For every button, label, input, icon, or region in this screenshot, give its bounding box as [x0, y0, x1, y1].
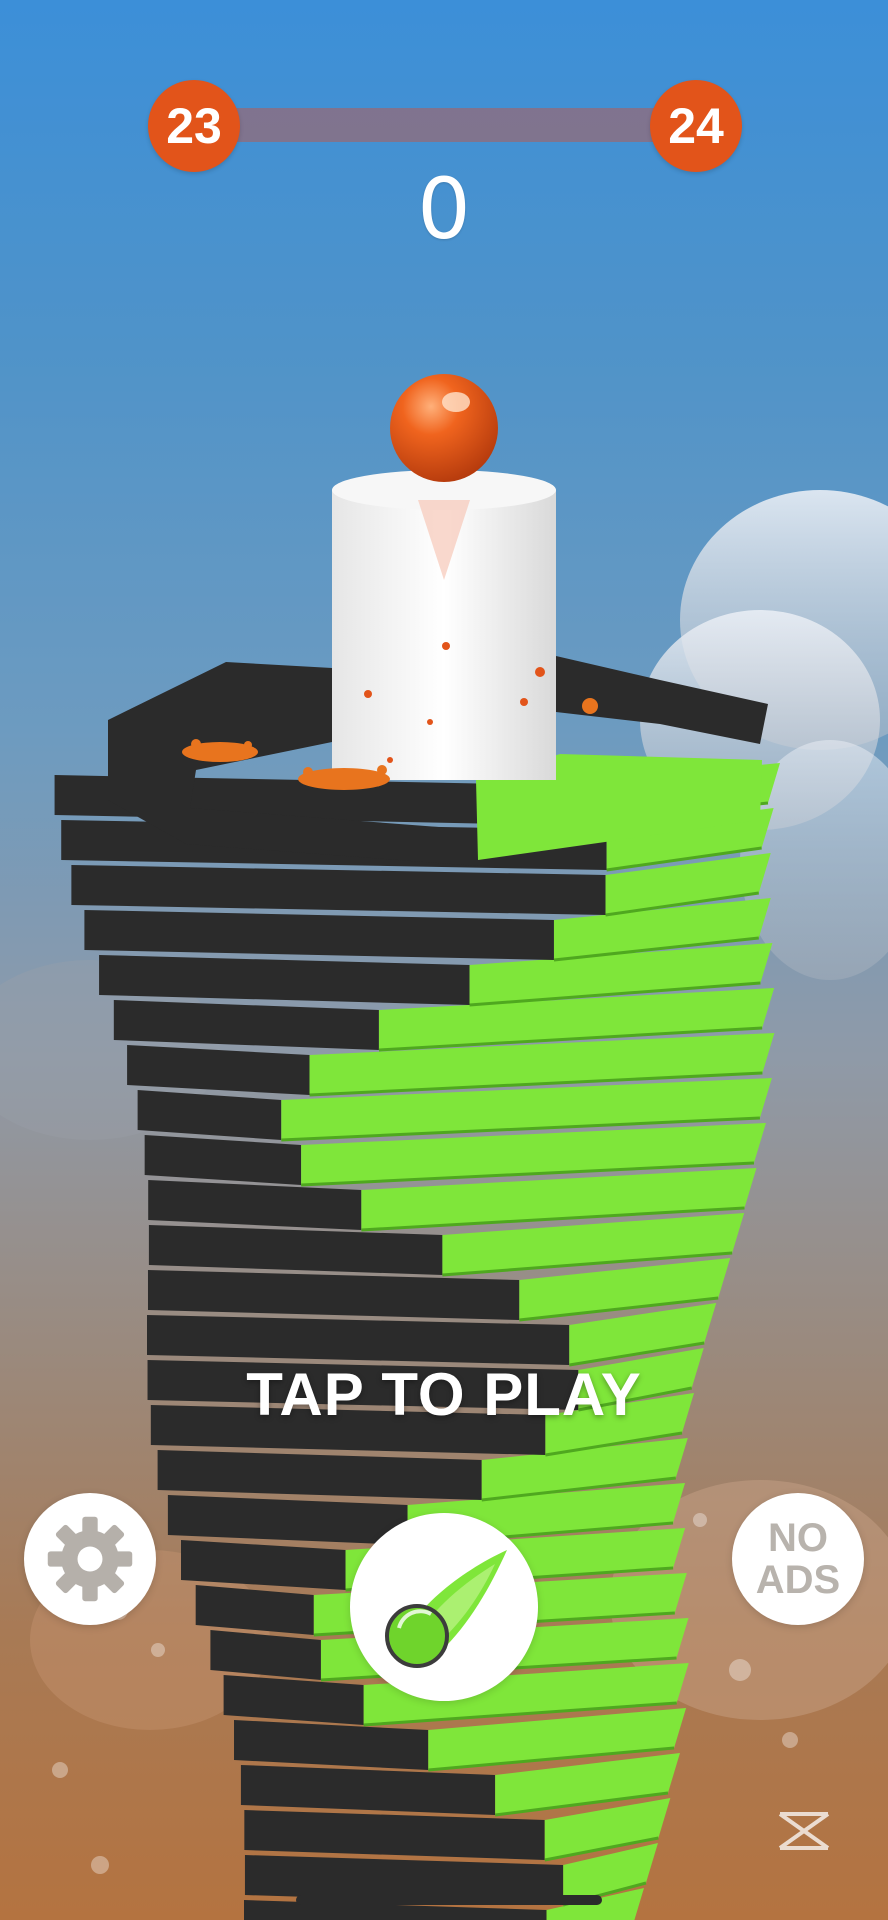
- tower-platform-black: [148, 1225, 443, 1275]
- tower-platform-black: [137, 1090, 282, 1140]
- tower-platform-black: [240, 1765, 496, 1815]
- current-level-badge: 23: [148, 80, 240, 172]
- ball: [390, 374, 498, 482]
- tower-platform-black: [234, 1720, 429, 1770]
- no-ads-button[interactable]: NO ADS: [732, 1493, 864, 1625]
- next-level-badge: 24: [650, 80, 742, 172]
- tower-pole: [332, 470, 556, 780]
- watermark-icon: [778, 1812, 830, 1850]
- no-ads-label: NO ADS: [743, 1517, 853, 1601]
- comet-ball-icon: [385, 1550, 507, 1668]
- home-indicator[interactable]: [296, 1895, 602, 1905]
- tower-platform-black: [223, 1675, 364, 1725]
- tower-platform-black: [147, 1270, 520, 1320]
- tap-to-play-prompt[interactable]: TAP TO PLAY: [0, 1360, 888, 1429]
- settings-button[interactable]: [24, 1493, 156, 1625]
- tower-platform-black: [244, 1810, 545, 1860]
- tower-platform-black: [71, 865, 606, 915]
- no-ads-line-2: ADS: [755, 1558, 841, 1602]
- score-counter: 0: [417, 160, 471, 258]
- tower-platform-black: [157, 1450, 482, 1500]
- tower-platform-black: [147, 1315, 570, 1365]
- gear-icon: [47, 1516, 133, 1602]
- ball-skin-button[interactable]: [350, 1513, 538, 1701]
- tower-platform-black: [148, 1180, 362, 1230]
- level-progress-bar: [230, 108, 660, 142]
- no-ads-line-1: NO: [768, 1516, 828, 1560]
- helix-tower: [54, 656, 780, 1920]
- current-level-number: 23: [166, 98, 222, 154]
- tower-platform-black: [144, 1135, 302, 1185]
- next-level-number: 24: [668, 98, 724, 154]
- tower-platform-black: [84, 910, 554, 960]
